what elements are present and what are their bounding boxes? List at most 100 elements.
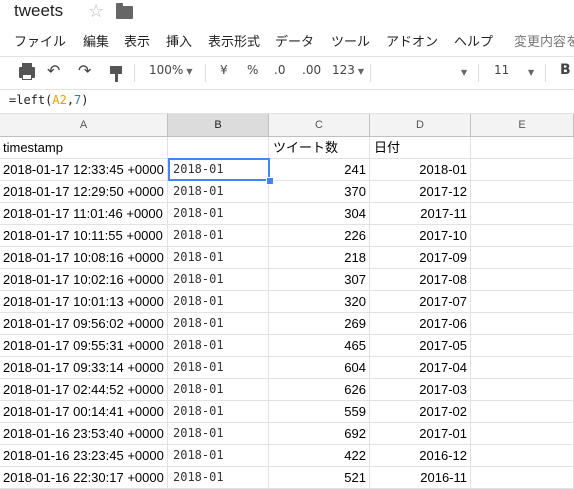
column-header-a[interactable]: A (0, 114, 168, 136)
cell[interactable]: 2017-02 (370, 401, 471, 423)
cell[interactable] (471, 357, 574, 379)
cell[interactable] (471, 313, 574, 335)
font-size-dropdown[interactable]: ▼ (525, 64, 534, 78)
cell[interactable] (471, 203, 574, 225)
menu-view[interactable]: 表示 (124, 31, 150, 50)
cell[interactable]: 226 (269, 225, 370, 247)
cell[interactable]: 2018-01 (168, 445, 269, 467)
cell[interactable]: 422 (269, 445, 370, 467)
cell[interactable] (471, 225, 574, 247)
cell[interactable] (471, 401, 574, 423)
cell[interactable] (471, 467, 574, 489)
cell[interactable]: 2018-01 (168, 313, 269, 335)
cell[interactable]: 2018-01 (168, 269, 269, 291)
cell[interactable]: 2017-10 (370, 225, 471, 247)
font-size-select[interactable]: 11 (494, 63, 509, 77)
menu-data[interactable]: データ (275, 31, 314, 50)
cell[interactable]: 2018-01 (168, 291, 269, 313)
column-header-c[interactable]: C (269, 114, 370, 136)
cell[interactable]: 2018-01-16 23:53:40 +0000 (0, 423, 168, 445)
cell[interactable]: 2018-01-17 10:08:16 +0000 (0, 247, 168, 269)
cell[interactable] (471, 247, 574, 269)
cell[interactable]: 2018-01 (168, 225, 269, 247)
more-formats-button[interactable]: 123 ▼ (332, 63, 364, 77)
cell[interactable]: 2018-01-17 12:33:45 +0000 (0, 159, 168, 181)
cell[interactable]: 559 (269, 401, 370, 423)
cell[interactable]: 626 (269, 379, 370, 401)
cell[interactable] (471, 335, 574, 357)
cell[interactable]: 2018-01 (168, 247, 269, 269)
cell[interactable]: 2016-12 (370, 445, 471, 467)
cell[interactable]: 2018-01-16 23:23:45 +0000 (0, 445, 168, 467)
zoom-select[interactable]: 100% ▼ (149, 63, 192, 77)
cell[interactable]: 2017-05 (370, 335, 471, 357)
cell[interactable]: 604 (269, 357, 370, 379)
cell[interactable]: 2018-01-17 10:11:55 +0000 (0, 225, 168, 247)
cell[interactable]: 2017-11 (370, 203, 471, 225)
document-title[interactable]: tweets (14, 1, 63, 21)
cell[interactable]: 2017-03 (370, 379, 471, 401)
cell[interactable]: 2018-01-17 09:33:14 +0000 (0, 357, 168, 379)
cell[interactable]: 日付 (370, 137, 471, 159)
undo-icon[interactable]: ↶ (47, 61, 60, 80)
print-icon[interactable] (19, 63, 35, 80)
menu-help[interactable]: ヘルプ (454, 31, 493, 50)
formula-input[interactable]: =left(A2,7) (9, 93, 89, 107)
cell[interactable] (471, 423, 574, 445)
cell[interactable]: 218 (269, 247, 370, 269)
cell[interactable] (471, 137, 574, 159)
redo-icon[interactable]: ↷ (78, 61, 91, 80)
font-family-select[interactable]: ▼ (458, 64, 467, 78)
cell[interactable] (471, 379, 574, 401)
decrease-decimals-button[interactable]: .0 (274, 63, 285, 77)
cell[interactable]: 320 (269, 291, 370, 313)
cell[interactable]: 370 (269, 181, 370, 203)
save-status[interactable]: 変更内容を (514, 31, 574, 50)
menu-edit[interactable]: 編集 (83, 31, 109, 50)
cell[interactable]: 304 (269, 203, 370, 225)
cell[interactable]: timestamp (0, 137, 168, 159)
menu-addons[interactable]: アドオン (386, 31, 438, 50)
star-icon[interactable]: ☆ (88, 1, 104, 22)
cell[interactable]: 2018-01-17 12:29:50 +0000 (0, 181, 168, 203)
cell[interactable]: 2018-01 (168, 379, 269, 401)
cell[interactable]: 241 (269, 159, 370, 181)
bold-button[interactable]: B (560, 62, 571, 78)
cell[interactable]: 521 (269, 467, 370, 489)
formula-bar[interactable]: =left(A2,7) (0, 89, 574, 114)
cell[interactable]: 2018-01-17 11:01:46 +0000 (0, 203, 168, 225)
cell[interactable]: 2017-01 (370, 423, 471, 445)
cell[interactable]: 2018-01-17 00:14:41 +0000 (0, 401, 168, 423)
cell[interactable]: ツイート数 (269, 137, 370, 159)
cell[interactable]: 2018-01 (168, 335, 269, 357)
cell[interactable]: 2018-01 (168, 159, 269, 181)
paint-format-icon[interactable] (110, 66, 122, 82)
cell[interactable] (471, 445, 574, 467)
increase-decimals-button[interactable]: .00 (302, 63, 321, 77)
cell[interactable]: 2018-01 (168, 357, 269, 379)
cell[interactable]: 2018-01-17 09:55:31 +0000 (0, 335, 168, 357)
cell[interactable]: 2018-01-17 02:44:52 +0000 (0, 379, 168, 401)
cell[interactable]: 307 (269, 269, 370, 291)
cell[interactable]: 2018-01 (168, 203, 269, 225)
cell[interactable]: 2017-08 (370, 269, 471, 291)
cell[interactable]: 2018-01-16 22:30:17 +0000 (0, 467, 168, 489)
folder-icon[interactable] (116, 3, 133, 19)
percent-format-button[interactable]: % (247, 63, 258, 77)
cell[interactable]: 692 (269, 423, 370, 445)
cell[interactable]: 269 (269, 313, 370, 335)
cell[interactable]: 2017-06 (370, 313, 471, 335)
cell[interactable]: 2018-01-17 10:02:16 +0000 (0, 269, 168, 291)
cell[interactable] (471, 291, 574, 313)
cell[interactable]: 2017-12 (370, 181, 471, 203)
cell[interactable]: 465 (269, 335, 370, 357)
cell[interactable]: 2018-01 (168, 423, 269, 445)
menu-format[interactable]: 表示形式 (208, 31, 260, 50)
menu-file[interactable]: ファイル (14, 31, 66, 50)
currency-format-button[interactable]: ¥ (220, 63, 228, 77)
cell[interactable]: 2018-01 (168, 181, 269, 203)
fill-handle[interactable] (266, 177, 274, 185)
cell[interactable]: 2018-01-17 09:56:02 +0000 (0, 313, 168, 335)
cell[interactable]: 2017-07 (370, 291, 471, 313)
cell[interactable] (471, 159, 574, 181)
